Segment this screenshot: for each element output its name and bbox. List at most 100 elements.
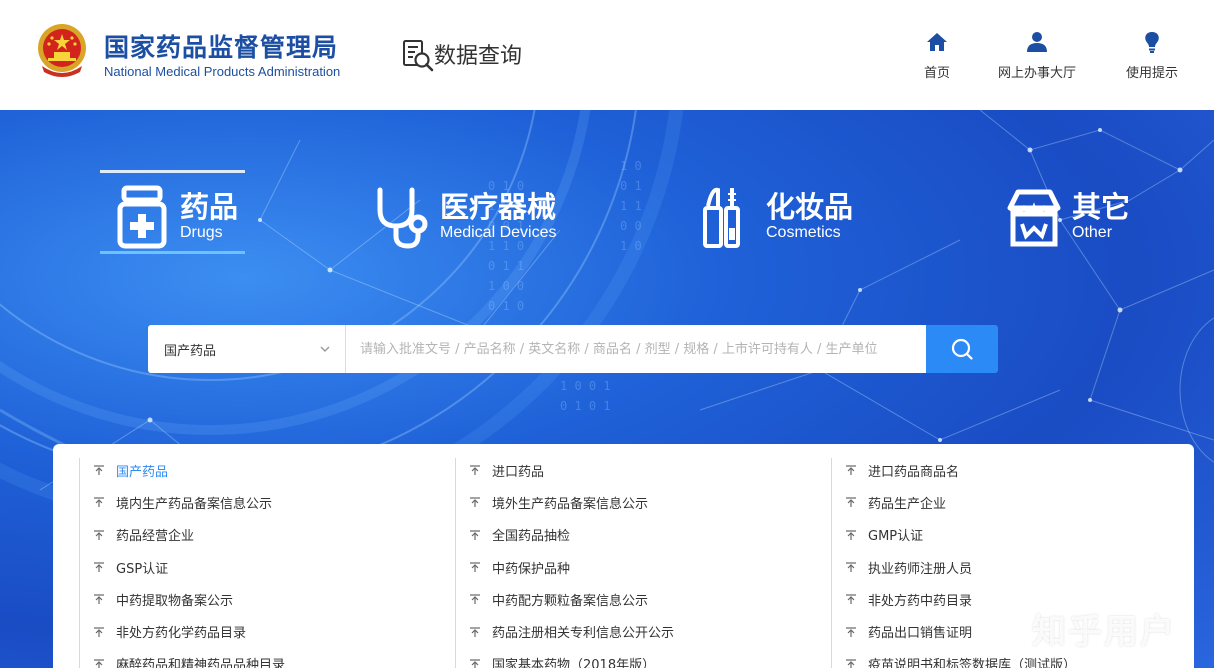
nav-tips-label: 使用提示 xyxy=(1126,66,1179,81)
site-header: 国家药品监督管理局 National Medical Products Admi… xyxy=(0,0,1214,110)
category-cosmetics-en: Cosmetics xyxy=(766,224,841,241)
list-item[interactable]: 执业药师注册人员 xyxy=(831,551,1201,583)
list-item-label: GSP认证 xyxy=(116,561,169,577)
list-item-label: 国产药品 xyxy=(116,464,169,480)
svg-text:0 1 1: 0 1 1 xyxy=(488,259,524,273)
list-item[interactable]: GSP认证 xyxy=(79,551,449,583)
list-item[interactable]: 境外生产药品备案信息公示 xyxy=(455,486,825,518)
list-item[interactable]: 进口药品商品名 xyxy=(831,454,1201,486)
list-item-label: 中药保护品种 xyxy=(492,561,571,577)
list-item-label: 境内生产药品备案信息公示 xyxy=(116,496,273,512)
category-other-en: Other xyxy=(1072,224,1113,241)
list-item[interactable]: 药品经营企业 xyxy=(79,519,449,551)
upload-arrow-icon xyxy=(470,497,480,508)
category-other[interactable]: 其它 Other xyxy=(1004,180,1130,254)
database-list-panel: 国产药品 境内生产药品备案信息公示 药品经营企业 GSP认证 中药提取物备案公示 非处方药… xyxy=(53,444,1194,668)
upload-arrow-icon xyxy=(846,497,856,508)
list-item-label: 疫苗说明书和标签数据库（测试版） xyxy=(868,658,1077,668)
upload-arrow-icon xyxy=(94,627,104,637)
svg-text:0 1: 0 1 xyxy=(620,179,642,193)
list-item[interactable]: GMP认证 xyxy=(831,519,1201,551)
svg-text:1 0 0: 1 0 0 xyxy=(488,279,524,293)
chevron-down-icon xyxy=(320,346,330,352)
category-medical-devices[interactable]: 医疗器械 Medical Devices xyxy=(372,180,556,254)
category-drugs-en: Drugs xyxy=(180,224,223,241)
home-icon xyxy=(927,33,947,51)
cosmetics-icon xyxy=(703,187,740,248)
category-other-cn: 其它 xyxy=(1072,190,1131,224)
list-item-label: 非处方药化学药品目录 xyxy=(116,626,247,642)
upload-arrow-icon xyxy=(94,594,104,605)
drugs-tab-top-line xyxy=(100,170,245,173)
list-item[interactable]: 麻醉药品和精神药品品种目录 xyxy=(79,648,449,668)
category-drugs[interactable]: 药品 Drugs xyxy=(112,180,238,254)
search-icon xyxy=(951,338,973,360)
list-item[interactable]: 进口药品 xyxy=(455,454,825,486)
nav-home-label: 首页 xyxy=(924,66,951,81)
upload-arrow-icon xyxy=(470,659,480,668)
list-item[interactable]: 国产药品 xyxy=(79,454,449,486)
list-item-label: 执业药师注册人员 xyxy=(868,561,973,577)
svg-text:0 1 0: 0 1 0 xyxy=(488,299,524,313)
watermark: 知乎用户 xyxy=(1032,612,1176,652)
svg-text:1 0: 1 0 xyxy=(620,239,642,253)
stethoscope-icon xyxy=(377,187,428,249)
category-drugs-cn: 药品 xyxy=(180,190,239,224)
list-item[interactable]: 药品生产企业 xyxy=(831,486,1201,518)
upload-arrow-icon xyxy=(846,465,856,476)
list-item-label: 境外生产药品备案信息公示 xyxy=(492,496,649,512)
list-item-label: 中药提取物备案公示 xyxy=(116,593,234,609)
list-item[interactable]: 国家基本药物（2018年版） xyxy=(455,648,825,668)
upload-arrow-icon xyxy=(94,530,104,540)
category-cosmetics-cn: 化妆品 xyxy=(766,190,854,224)
upload-arrow-icon xyxy=(846,627,856,637)
svg-text:0 0: 0 0 xyxy=(620,219,642,233)
list-item[interactable]: 境内生产药品备案信息公示 xyxy=(79,486,449,518)
svg-text:1 0: 1 0 xyxy=(620,159,642,173)
list-item-label: 非处方药中药目录 xyxy=(868,593,973,609)
svg-text:1 0 0 1: 1 0 0 1 xyxy=(560,379,611,393)
list-column-2: 进口药品境外生产药品备案信息公示 全国药品抽检 中药保护品种中药配方颗粒备案信息公示… xyxy=(455,454,825,668)
lightbulb-icon xyxy=(1145,32,1159,53)
upload-arrow-icon xyxy=(94,562,104,573)
list-item[interactable]: 非处方药化学药品目录 xyxy=(79,615,449,647)
nav-home[interactable]: 首页 xyxy=(924,30,950,81)
category-devices-cn: 医疗器械 xyxy=(440,190,557,224)
list-item-label: 国家基本药物（2018年版） xyxy=(492,658,656,668)
list-item-label: 进口药品 xyxy=(492,464,545,480)
upload-arrow-icon xyxy=(470,562,480,573)
search-input[interactable] xyxy=(346,325,926,373)
nav-tips[interactable]: 使用提示 xyxy=(1126,30,1178,81)
upload-arrow-icon xyxy=(846,594,856,605)
nav-online-hall[interactable]: 网上办事大厅 xyxy=(998,30,1076,81)
upload-arrow-icon xyxy=(470,530,480,540)
search-button[interactable] xyxy=(926,325,998,373)
data-search-icon xyxy=(403,40,434,72)
list-item[interactable]: 中药提取物备案公示 xyxy=(79,583,449,615)
svg-text:0 1 0 1: 0 1 0 1 xyxy=(560,399,611,413)
list-item-label: 药品出口销售证明 xyxy=(868,626,973,642)
list-item[interactable]: 全国药品抽检 xyxy=(455,519,825,551)
list-item[interactable]: 药品注册相关专利信息公开公示 xyxy=(455,615,825,647)
list-item-label: GMP认证 xyxy=(868,529,924,545)
list-item-label: 全国药品抽检 xyxy=(492,529,571,545)
upload-arrow-icon xyxy=(94,497,104,508)
list-item-label: 药品经营企业 xyxy=(116,529,195,545)
category-devices-en: Medical Devices xyxy=(440,224,557,241)
search-type-select[interactable]: 国产药品 xyxy=(148,325,346,373)
user-icon xyxy=(1027,32,1047,52)
category-cosmetics[interactable]: 化妆品 Cosmetics xyxy=(698,180,853,254)
list-item[interactable]: 中药保护品种 xyxy=(455,551,825,583)
upload-arrow-icon xyxy=(470,594,480,605)
nav-online-hall-label: 网上办事大厅 xyxy=(998,66,1077,81)
upload-arrow-icon xyxy=(470,627,480,637)
upload-arrow-icon xyxy=(846,530,856,540)
list-item[interactable]: 中药配方颗粒备案信息公示 xyxy=(455,583,825,615)
upload-arrow-icon xyxy=(94,659,104,668)
upload-arrow-icon xyxy=(846,562,856,573)
svg-text:1 1: 1 1 xyxy=(620,199,642,213)
list-item-label: 药品生产企业 xyxy=(868,496,947,512)
upload-arrow-icon xyxy=(94,465,104,476)
search-type-selected: 国产药品 xyxy=(164,343,217,359)
list-item-label: 麻醉药品和精神药品品种目录 xyxy=(116,658,286,668)
